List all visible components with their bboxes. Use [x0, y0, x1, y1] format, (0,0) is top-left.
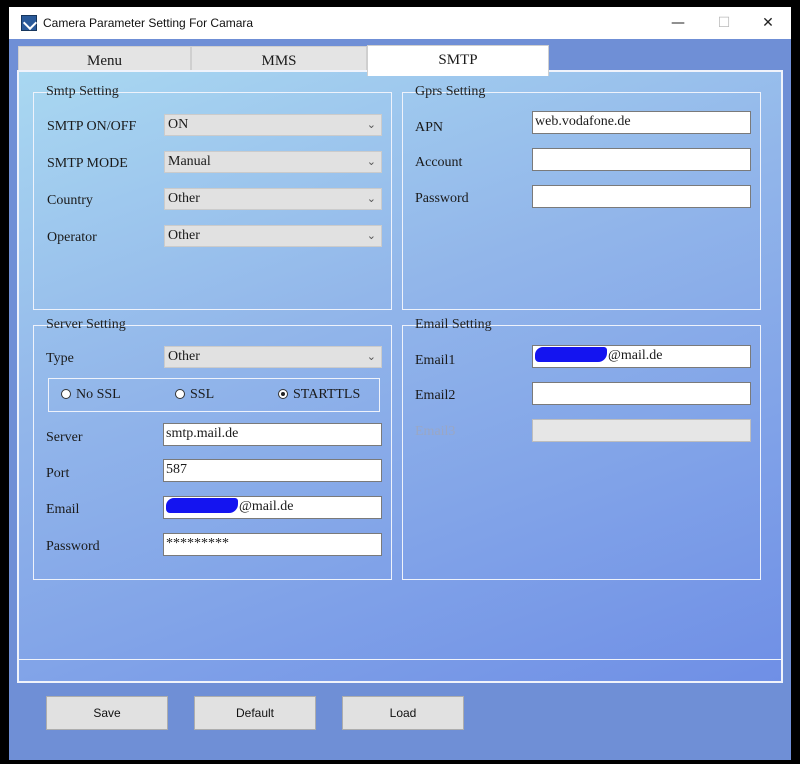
email3-input — [532, 419, 751, 442]
operator-value: Other — [168, 228, 200, 243]
email-input-value: @mail.de — [239, 499, 294, 514]
smtp-onoff-value: ON — [168, 117, 189, 132]
port-label: Port — [46, 466, 70, 481]
gprs-password-input[interactable] — [532, 185, 751, 208]
operator-select[interactable]: Other ⌄ — [164, 225, 382, 247]
server-label: Server — [46, 430, 83, 445]
gprs-password-label: Password — [415, 191, 469, 206]
smtp-mode-label: SMTP MODE — [47, 156, 128, 171]
server-input[interactable]: smtp.mail.de — [163, 423, 382, 446]
radio-ssl-label: SSL — [190, 387, 215, 402]
minimize-button[interactable]: — — [655, 7, 701, 39]
smtp-tab-page: Smtp Setting SMTP ON/OFF ON ⌄ SMTP MODE … — [17, 70, 783, 683]
chevron-down-icon: ⌄ — [366, 192, 376, 205]
server-password-input[interactable]: ********* — [163, 533, 382, 556]
port-input[interactable]: 587 — [163, 459, 382, 482]
email2-input[interactable] — [532, 382, 751, 405]
radio-ssl[interactable]: SSL — [175, 387, 214, 403]
title-bar: Camera Parameter Setting For Camara — ☐ … — [9, 7, 791, 39]
email-setting-group: Email Setting Email1 @mail.de Email2 Ema… — [402, 317, 761, 580]
apn-label: APN — [415, 120, 444, 135]
account-label: Account — [415, 155, 463, 170]
email2-label: Email2 — [415, 388, 456, 403]
close-button[interactable]: ✕ — [745, 7, 791, 39]
email-setting-title: Email Setting — [415, 317, 492, 332]
email1-input[interactable]: @mail.de — [532, 345, 751, 368]
apn-input[interactable]: web.vodafone.de — [532, 111, 751, 134]
smtp-setting-title: Smtp Setting — [46, 84, 119, 99]
window-title: Camera Parameter Setting For Camara — [43, 16, 254, 30]
server-setting-title: Server Setting — [46, 317, 126, 332]
smtp-onoff-select[interactable]: ON ⌄ — [164, 114, 382, 136]
smtp-onoff-label: SMTP ON/OFF — [47, 119, 137, 134]
ssl-radio-group: No SSL SSL STARTTLS — [48, 378, 380, 412]
radio-selected-icon — [278, 389, 288, 399]
radio-no-ssl-label: No SSL — [76, 387, 121, 402]
chevron-down-icon: ⌄ — [366, 229, 376, 242]
radio-no-ssl[interactable]: No SSL — [61, 387, 121, 403]
server-password-label: Password — [46, 539, 100, 554]
radio-starttls-label: STARTTLS — [293, 387, 361, 402]
email-input[interactable]: @mail.de — [163, 496, 382, 519]
maximize-button[interactable]: ☐ — [701, 7, 747, 39]
app-icon — [21, 15, 37, 31]
chevron-down-icon: ⌄ — [366, 350, 376, 363]
country-label: Country — [47, 193, 93, 208]
load-button[interactable]: Load — [342, 696, 464, 730]
radio-circle-icon — [61, 389, 71, 399]
type-select[interactable]: Other ⌄ — [164, 346, 382, 368]
gprs-setting-group: Gprs Setting APN web.vodafone.de Account… — [402, 84, 761, 310]
account-input[interactable] — [532, 148, 751, 171]
smtp-mode-value: Manual — [168, 154, 211, 169]
smtp-setting-group: Smtp Setting SMTP ON/OFF ON ⌄ SMTP MODE … — [33, 84, 392, 310]
server-setting-group: Server Setting Type Other ⌄ No SSL SSL S… — [33, 317, 392, 580]
redaction-mark — [166, 498, 238, 513]
save-button[interactable]: Save — [46, 696, 168, 730]
radio-circle-icon — [175, 389, 185, 399]
chevron-down-icon: ⌄ — [366, 155, 376, 168]
email1-label: Email1 — [415, 353, 456, 368]
email1-input-value: @mail.de — [608, 348, 663, 363]
smtp-mode-select[interactable]: Manual ⌄ — [164, 151, 382, 173]
type-value: Other — [168, 349, 200, 364]
type-label: Type — [46, 351, 74, 366]
email-label: Email — [46, 502, 80, 517]
country-value: Other — [168, 191, 200, 206]
status-divider — [19, 659, 781, 682]
radio-starttls[interactable]: STARTTLS — [278, 387, 360, 403]
redaction-mark — [535, 347, 607, 362]
default-button[interactable]: Default — [194, 696, 316, 730]
email3-label: Email3 — [415, 424, 456, 439]
gprs-setting-title: Gprs Setting — [415, 84, 486, 99]
country-select[interactable]: Other ⌄ — [164, 188, 382, 210]
chevron-down-icon: ⌄ — [366, 118, 376, 131]
operator-label: Operator — [47, 230, 97, 245]
tab-smtp[interactable]: SMTP — [367, 45, 549, 76]
